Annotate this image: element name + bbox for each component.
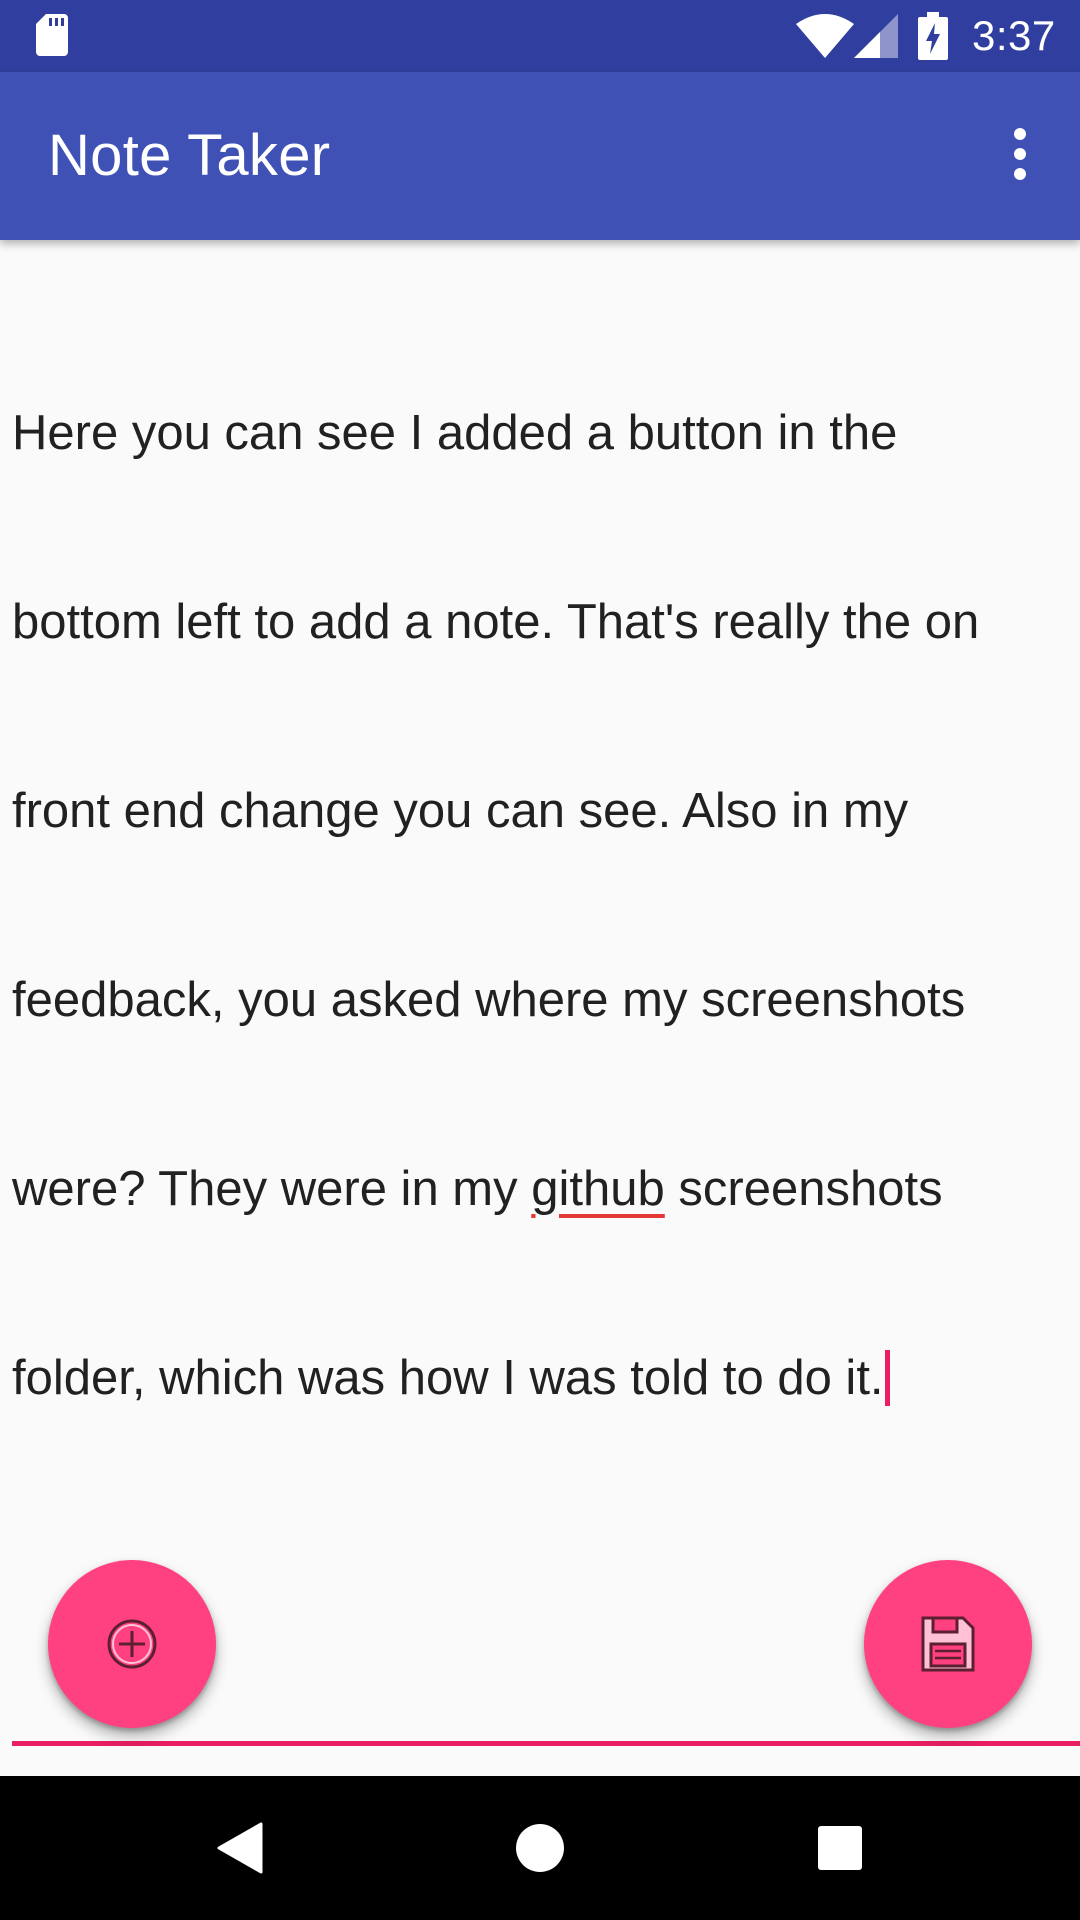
more-vert-icon (1014, 128, 1026, 180)
recents-icon (818, 1826, 862, 1870)
status-bar: 3:37 (0, 0, 1080, 72)
sd-card-icon (36, 14, 70, 61)
note-line: bottom left to add a note. That's really… (12, 595, 980, 649)
note-text-segment: were? They were in my (12, 1162, 532, 1216)
cell-signal-icon (854, 14, 898, 63)
recents-button[interactable] (792, 1800, 888, 1896)
home-icon (516, 1824, 564, 1872)
add-note-button[interactable] (48, 1560, 216, 1728)
navigation-bar (0, 1776, 1080, 1920)
app-bar: Note Taker (0, 72, 1080, 240)
note-line: feedback, you asked where my screenshots (12, 973, 966, 1027)
note-line: front end change you can see. Also in my (12, 784, 909, 838)
overflow-menu-button[interactable] (972, 106, 1068, 202)
misspelled-word[interactable]: github (531, 1162, 665, 1216)
back-icon (217, 1822, 263, 1874)
text-cursor (884, 1350, 890, 1406)
editor-underline (12, 1741, 1080, 1746)
note-text-segment: folder, which was how I was told to do i… (12, 1351, 884, 1405)
note-line: folder, which was how I was told to do i… (12, 1347, 1080, 1410)
wifi-icon (796, 14, 854, 63)
save-note-button[interactable] (864, 1560, 1032, 1728)
note-line: Here you can see I added a button in the (12, 406, 898, 460)
note-line: were? They were in my github screenshots (12, 1158, 1080, 1221)
note-text-editor[interactable]: Here you can see I added a button in the… (12, 276, 1080, 1740)
home-button[interactable] (492, 1800, 588, 1896)
note-text-segment: screenshots (664, 1162, 943, 1216)
status-clock: 3:37 (972, 12, 1056, 59)
add-circle-icon (107, 1619, 157, 1669)
save-floppy-icon (921, 1616, 975, 1672)
app-title: Note Taker (48, 123, 331, 188)
back-button[interactable] (192, 1800, 288, 1896)
battery-charging-icon (918, 12, 948, 65)
